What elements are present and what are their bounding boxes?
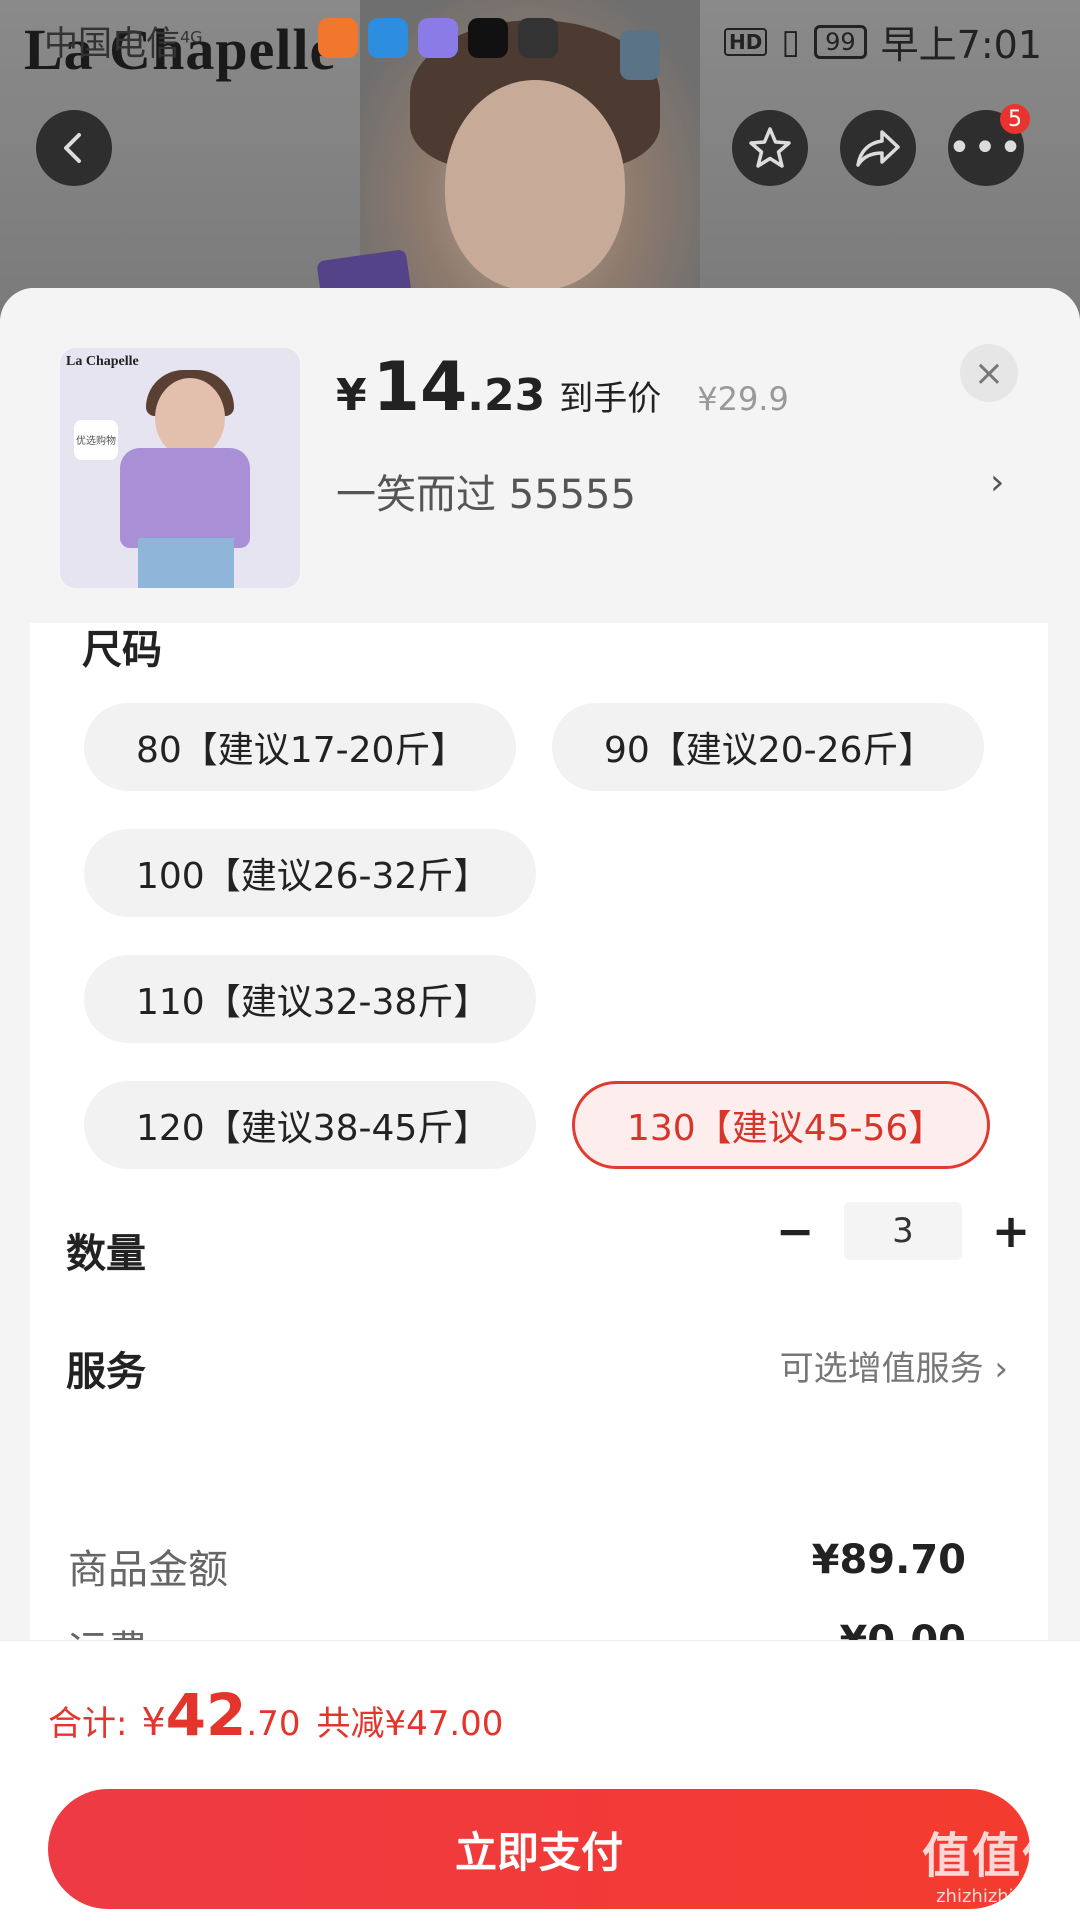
chevron-left-icon [64,133,81,163]
size-option-label: 100【建议26-32斤】 [136,856,490,897]
pay-now-label: 立即支付 [454,1827,623,1877]
status-bar: 中国电信4G HD ▯ 99 早上7:01 [0,0,1080,74]
share-icon [856,130,900,167]
back-button[interactable] [36,110,112,186]
app-notification-icon [318,18,358,58]
thumbnail-face [155,378,225,458]
total-integer: 42 [165,1681,247,1749]
browser-notification-icon [368,18,408,58]
watermark-url: zhizhizhi.com [936,1886,1058,1907]
size-option[interactable]: 120【建议38-45斤】 [84,1081,536,1169]
thumbnail-tag: 优选购物 [74,420,118,460]
size-option-label: 80【建议17-20斤】 [136,730,467,771]
notification-icons [318,18,558,58]
battery-icon: 99 [814,24,867,59]
quantity-stepper: − 3 + [760,1201,1046,1261]
favorite-button[interactable] [732,110,808,186]
size-option-label: 110【建议32-38斤】 [136,982,490,1023]
size-option-label: 120【建议38-45斤】 [136,1108,490,1149]
checkout-bar: 合计: ¥ 42 .70 共减¥47.00 立即支付 值值值 zhizhizhi… [0,1640,1080,1921]
price-decimal: .23 [467,370,546,421]
more-button[interactable]: ••• 5 [948,104,1030,186]
quantity-minus-button[interactable]: − [760,1201,830,1261]
price-row: ¥ 14 .23 到手价 ¥29.9 [336,348,789,427]
savings-amount: 共减¥47.00 [316,1704,504,1744]
close-button[interactable]: × [960,344,1018,402]
music-notification-icon [418,18,458,58]
product-thumbnail[interactable]: La Chapelle 优选购物 [60,348,300,588]
site-watermark: 值值值 zhizhizhi.com [922,1816,1072,1907]
price-currency: ¥ [336,370,367,421]
service-options-link[interactable]: 可选增值服务 › [780,1341,1008,1390]
original-price: ¥29.9 [697,380,789,418]
size-option[interactable]: 80【建议17-20斤】 [84,703,516,791]
size-option-label: 130【建议45-56】 [627,1108,945,1149]
quantity-plus-button[interactable]: + [976,1201,1046,1261]
total-row: 合计: ¥ 42 .70 共减¥47.00 [48,1681,503,1749]
thumbnail-brand: La Chapelle [66,354,139,369]
pay-now-button[interactable]: 立即支付 [48,1789,1030,1909]
goods-amount-label: 商品金额 [68,1547,228,1593]
total-currency: ¥ [141,1700,166,1744]
tiktok-notification-icon [468,18,508,58]
product-photo-face [445,80,625,290]
chevron-right-icon[interactable]: › [990,462,1004,503]
price-integer: 14 [372,348,468,427]
size-section-label: 尺码 [82,627,162,673]
total-label: 合计: [48,1704,128,1744]
size-option[interactable]: 110【建议32-38斤】 [84,955,536,1043]
share-button[interactable] [840,110,916,186]
carrier-label: 中国电信4G [44,24,203,64]
watermark-logo: 值值值 [921,1828,1072,1884]
sheet-header: La Chapelle 优选购物 ¥ 14 .23 到手价 ¥29.9 × [0,288,1080,623]
vibrate-icon: ▯ [781,21,801,62]
quantity-label: 数量 [66,1231,146,1277]
size-option[interactable]: 100【建议26-32斤】 [84,829,536,917]
total-decimal: .70 [246,1704,301,1744]
thumbnail-shirt [120,448,250,548]
service-label: 服务 [66,1349,146,1395]
quantity-input[interactable]: 3 [844,1202,962,1260]
size-option-selected[interactable]: 130【建议45-56】 [572,1081,990,1169]
message-count-badge: 5 [1000,104,1030,134]
thumbnail-shorts [138,538,234,588]
goods-amount-value: ¥89.70 [811,1537,966,1583]
status-indicators: HD ▯ 99 早上7:01 [724,14,1042,69]
star-icon [749,127,791,168]
selected-spec[interactable]: 一笑而过 55555 [336,462,636,520]
hd-icon: HD [724,27,768,56]
clock: 早上7:01 [880,23,1042,67]
price-tag: 到手价 [559,379,662,419]
size-option-label: 90【建议20-26斤】 [604,730,935,771]
close-icon: × [973,352,1005,394]
size-option[interactable]: 90【建议20-26斤】 [552,703,984,791]
media-notification-icon [518,18,558,58]
